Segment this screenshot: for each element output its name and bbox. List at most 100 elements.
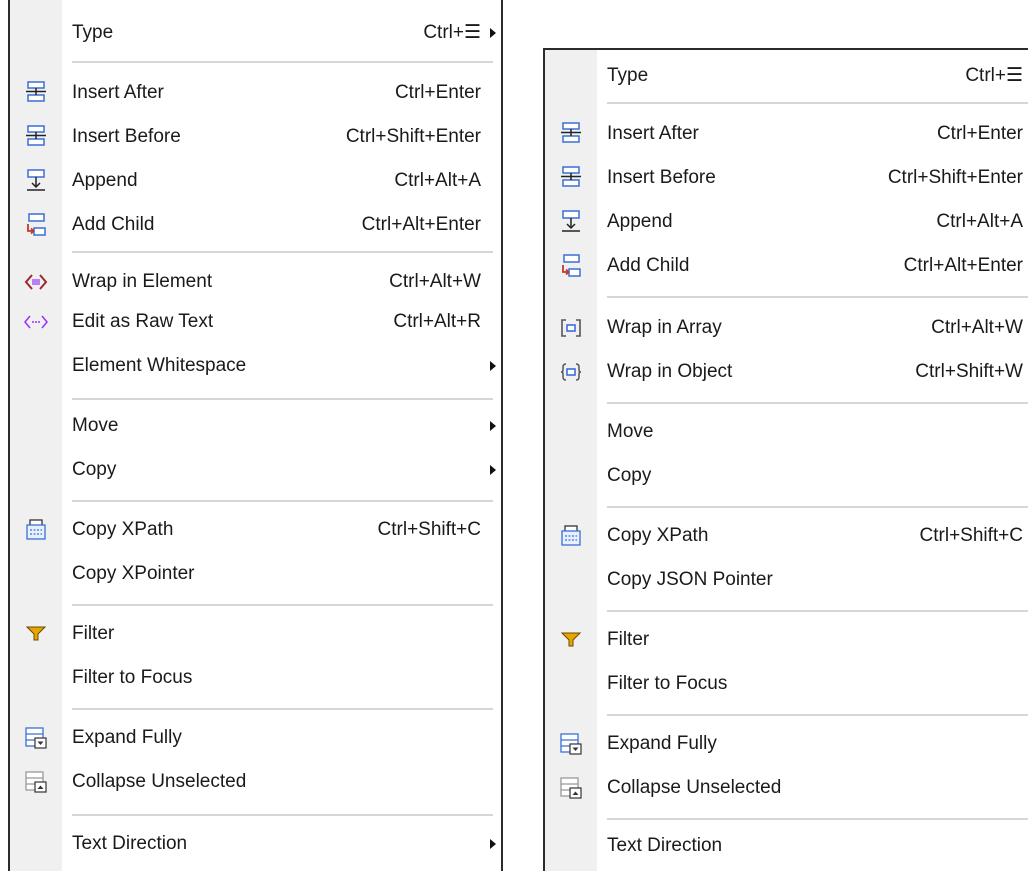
menu-item-wrap-in-array[interactable]: Wrap in Array Ctrl+Alt+W (545, 308, 1028, 348)
menu-item-shortcut: Ctrl+Alt+Enter (361, 214, 481, 235)
menu-item-copy[interactable]: Copy (545, 456, 1028, 496)
menu-item-label: Copy XPath (72, 519, 174, 540)
menu-item-label: Expand Fully (72, 727, 182, 748)
menu-item-type[interactable]: Type Ctrl+☰ (545, 56, 1028, 96)
submenu-arrow-icon (490, 361, 496, 371)
menu-item-shortcut: Ctrl+☰ (965, 65, 1023, 86)
filter-icon (545, 620, 597, 660)
menu-item-type[interactable]: Type Ctrl+☰ (10, 13, 501, 53)
filter-icon (10, 614, 62, 654)
insert-before-icon (10, 117, 62, 157)
menu-item-label: Filter to Focus (72, 667, 193, 688)
menu-separator (72, 500, 493, 502)
menu-item-label: Append (607, 211, 673, 232)
menu-item-label: Collapse Unselected (72, 771, 247, 792)
menu-item-label: Copy (72, 459, 117, 480)
menu-item-shortcut: Ctrl+Enter (936, 123, 1023, 144)
menu-item-text-direction[interactable]: Text Direction (10, 824, 501, 864)
menu-separator (72, 708, 493, 710)
menu-item-text-direction[interactable]: Text Direction (545, 826, 1028, 866)
raw-text-icon (10, 302, 62, 342)
menu-item-label: Copy XPointer (72, 563, 195, 584)
menu-item-shortcut: Ctrl+Enter (394, 82, 481, 103)
submenu-arrow-icon (490, 421, 496, 431)
submenu-arrow-icon (490, 465, 496, 475)
append-icon (10, 161, 62, 201)
menu-item-shortcut: Ctrl+Alt+Enter (903, 255, 1023, 276)
menu-item-label: Copy (607, 465, 652, 486)
menu-item-label: Move (607, 421, 654, 442)
menu-item-collapse-unselected[interactable]: Collapse Unselected (10, 762, 501, 802)
menu-item-shortcut: Ctrl+Alt+W (389, 271, 481, 292)
menu-item-label: Add Child (607, 255, 690, 276)
menu-separator (72, 814, 493, 816)
menu-item-shortcut: Ctrl+☰ (423, 22, 481, 43)
menu-item-append[interactable]: Append Ctrl+Alt+A (10, 161, 501, 201)
submenu-arrow-icon (490, 839, 496, 849)
menu-item-shortcut: Ctrl+Alt+W (931, 317, 1023, 338)
menu-separator (72, 398, 493, 400)
menu-separator (607, 818, 1028, 820)
menu-item-label: Copy XPath (607, 525, 709, 546)
menu-item-move[interactable]: Move (545, 412, 1028, 452)
menu-item-add-child[interactable]: Add Child Ctrl+Alt+Enter (545, 246, 1028, 286)
menu-item-label: Insert After (607, 123, 699, 144)
menu-item-edit-as-raw-text[interactable]: Edit as Raw Text Ctrl+Alt+R (10, 302, 501, 342)
menu-separator (72, 251, 493, 253)
menu-item-shortcut: Ctrl+Alt+A (936, 211, 1023, 232)
menu-item-insert-after[interactable]: Insert After Ctrl+Enter (545, 114, 1028, 154)
menu-item-copy[interactable]: Copy (10, 450, 501, 490)
menu-item-label: Copy JSON Pointer (607, 569, 773, 590)
menu-item-label: Move (72, 415, 119, 436)
menu-item-shortcut: Ctrl+Shift+C (377, 519, 481, 540)
menu-item-collapse-unselected[interactable]: Collapse Unselected (545, 768, 1028, 808)
insert-after-icon (545, 114, 597, 154)
menu-item-wrap-in-object[interactable]: Wrap in Object Ctrl+Shift+W (545, 352, 1028, 392)
menu-item-label: Text Direction (607, 835, 723, 856)
menu-item-label: Add Child (72, 214, 155, 235)
context-menu-xml: Type Ctrl+☰ Insert After Ctrl+Enter Inse… (8, 0, 503, 871)
collapse-unselected-icon (10, 762, 62, 802)
menu-item-filter[interactable]: Filter (10, 614, 501, 654)
menu-item-expand-fully[interactable]: Expand Fully (10, 718, 501, 758)
menu-item-copy-xpointer[interactable]: Copy XPointer (10, 554, 501, 594)
menu-separator (607, 296, 1028, 298)
menu-item-shortcut: Ctrl+Shift+W (915, 361, 1023, 382)
menu-item-label: Expand Fully (607, 733, 717, 754)
menu-separator (607, 506, 1028, 508)
menu-item-shortcut: Ctrl+Shift+Enter (345, 126, 481, 147)
menu-item-copy-xpath[interactable]: Copy XPath Ctrl+Shift+C (10, 510, 501, 550)
expand-fully-icon (10, 718, 62, 758)
menu-item-label: Filter to Focus (607, 673, 728, 694)
menu-item-label: Filter (607, 629, 650, 650)
menu-item-label: Collapse Unselected (607, 777, 782, 798)
menu-item-move[interactable]: Move (10, 406, 501, 446)
copy-path-icon (545, 516, 597, 556)
menu-item-append[interactable]: Append Ctrl+Alt+A (545, 202, 1028, 242)
copy-path-icon (10, 510, 62, 550)
insert-before-icon (545, 158, 597, 198)
menu-item-shortcut: Ctrl+Alt+A (394, 170, 481, 191)
context-menu-json: Type Ctrl+☰ Insert After Ctrl+Enter Inse… (543, 48, 1028, 871)
menu-item-copy-xpath[interactable]: Copy XPath Ctrl+Shift+C (545, 516, 1028, 556)
menu-item-add-child[interactable]: Add Child Ctrl+Alt+Enter (10, 205, 501, 245)
menu-item-insert-before[interactable]: Insert Before Ctrl+Shift+Enter (10, 117, 501, 157)
insert-after-icon (10, 73, 62, 113)
menu-separator (607, 610, 1028, 612)
menu-separator (607, 102, 1028, 104)
add-child-icon (10, 205, 62, 245)
menu-item-filter-to-focus[interactable]: Filter to Focus (545, 664, 1028, 704)
menu-item-element-whitespace[interactable]: Element Whitespace (10, 346, 501, 386)
menu-item-wrap-in-element[interactable]: Wrap in Element Ctrl+Alt+W (10, 262, 501, 302)
menu-item-filter[interactable]: Filter (545, 620, 1028, 660)
menu-item-filter-to-focus[interactable]: Filter to Focus (10, 658, 501, 698)
wrap-object-icon (545, 352, 597, 392)
menu-separator (72, 604, 493, 606)
submenu-arrow-icon (490, 28, 496, 38)
menu-item-label: Insert Before (607, 167, 716, 188)
menu-separator (72, 61, 493, 63)
menu-item-expand-fully[interactable]: Expand Fully (545, 724, 1028, 764)
menu-item-copy-json-pointer[interactable]: Copy JSON Pointer (545, 560, 1028, 600)
menu-item-insert-before[interactable]: Insert Before Ctrl+Shift+Enter (545, 158, 1028, 198)
menu-item-insert-after[interactable]: Insert After Ctrl+Enter (10, 73, 501, 113)
